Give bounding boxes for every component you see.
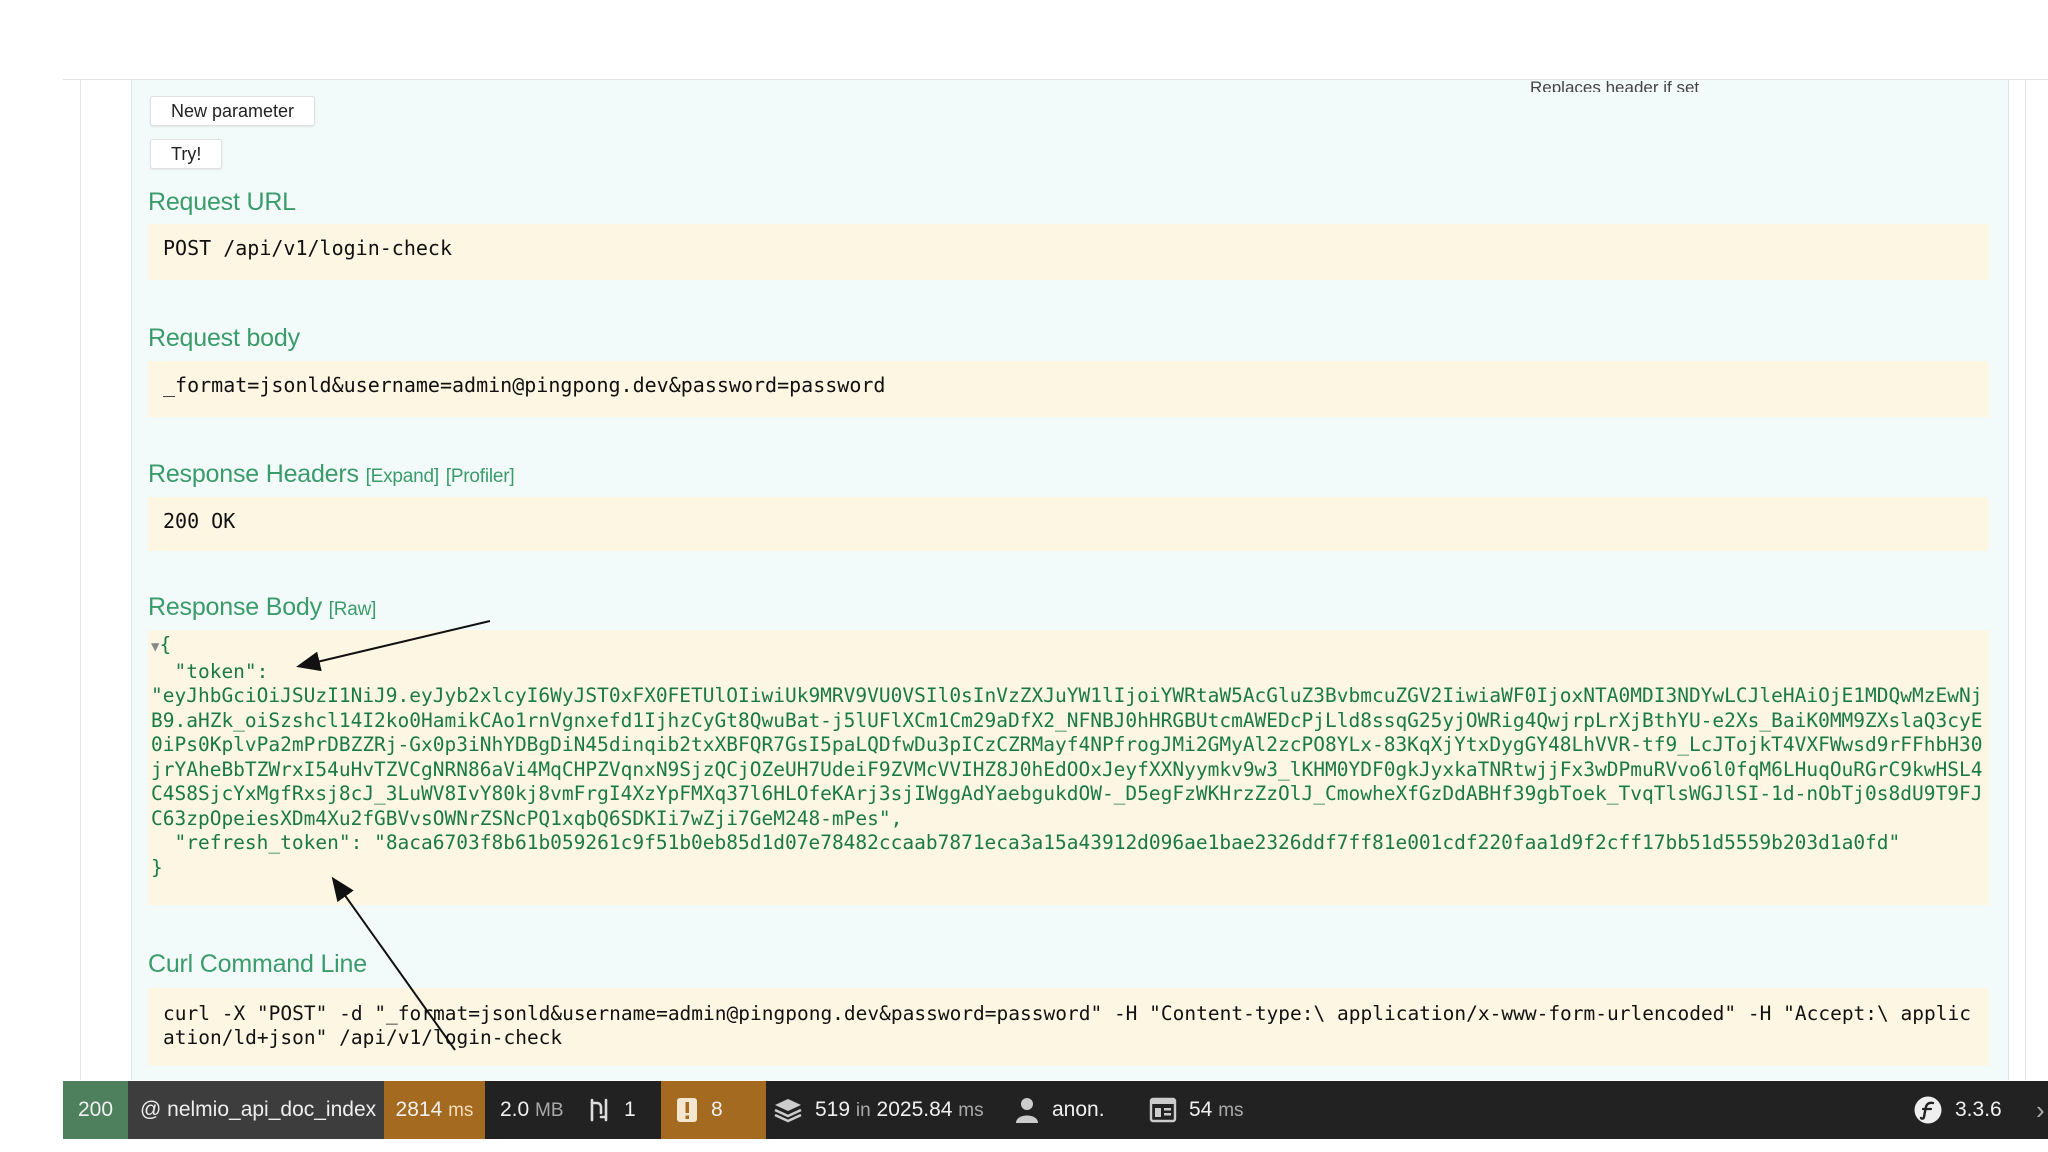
response-body-label: Response Body (148, 593, 322, 621)
json-close-brace: } (151, 855, 163, 879)
response-headers-label: Response Headers (148, 460, 359, 488)
status-code[interactable]: 200 (63, 1081, 128, 1139)
symfony-debug-toolbar: 200 @ nelmio_api_doc_index 2814 ms 2.0 M… (63, 1081, 2048, 1139)
response-body-title: Response Body [Raw] (148, 593, 376, 622)
request-body-value: _format=jsonld&username=admin@pingpong.d… (163, 373, 886, 397)
db-in-label: in (855, 1100, 871, 1121)
user-icon (1016, 1098, 1038, 1124)
memory-unit: MB (535, 1100, 564, 1121)
request-time-value: 2814 (395, 1098, 443, 1121)
alert-icon (677, 1098, 697, 1123)
twig-time-unit: ms (1218, 1100, 1244, 1121)
raw-link[interactable]: [Raw] (329, 599, 377, 620)
curl-title: Curl Command Line (148, 950, 367, 978)
twig-panel[interactable]: 54 ms (1149, 1081, 1244, 1139)
db-time: 2025.84 (876, 1098, 953, 1121)
request-url-box: POST /api/v1/login-check (148, 224, 1988, 280)
request-time-unit: ms (448, 1100, 474, 1121)
forms-count: 1 (624, 1098, 636, 1121)
memory-usage[interactable]: 2.0 MB (500, 1081, 564, 1139)
db-query-count: 519 (815, 1098, 851, 1121)
json-refresh-key: "refresh_token": (174, 831, 363, 854)
request-time[interactable]: 2814 ms (384, 1081, 485, 1139)
db-time-unit: ms (958, 1100, 984, 1121)
header-hint: Replaces header if set (1530, 78, 1700, 92)
expand-link[interactable]: [Expand] (366, 466, 440, 487)
json-token-value: "eyJhbGciOiJSUzI1NiJ9.eyJyb2xlcyI6WyJST0… (151, 684, 1983, 830)
response-body-json: ▼{ "token": "eyJhbGciOiJSUzI1NiJ9.eyJyb2… (148, 630, 1988, 905)
symfony-version-value: 3.3.6 (1955, 1098, 2002, 1121)
database-panel[interactable]: 519 in 2025.84 ms (773, 1081, 984, 1139)
symfony-version[interactable]: 3.3.6 (1913, 1081, 2002, 1139)
request-body-title: Request body (148, 324, 300, 352)
response-headers-box: 200 OK (148, 497, 1988, 551)
user-name: anon. (1052, 1098, 1105, 1121)
memory-value: 2.0 (500, 1098, 530, 1121)
curl-box: curl -X "POST" -d "_format=jsonld&userna… (148, 988, 1988, 1066)
response-headers-title: Response Headers [Expand] [Profiler] (148, 460, 515, 489)
request-url-title: Request URL (148, 188, 296, 216)
toolbar-hide-chevron-icon[interactable]: › (2036, 1081, 2048, 1139)
response-status-value: 200 OK (163, 509, 236, 533)
curl-value: curl -X "POST" -d "_format=jsonld&userna… (163, 1002, 1971, 1049)
layers-icon (774, 1099, 802, 1123)
forms-panel[interactable]: 1 (586, 1081, 636, 1139)
route-name[interactable]: @ nelmio_api_doc_index (128, 1081, 388, 1139)
twig-time: 54 (1189, 1098, 1213, 1121)
json-open-brace: { (159, 633, 172, 656)
security-panel[interactable]: anon. (1014, 1081, 1105, 1139)
left-rail (80, 80, 81, 1080)
json-token-key: "token": (174, 659, 269, 683)
logs-panel[interactable]: 8 (661, 1081, 766, 1139)
json-refresh-value: "8aca6703f8b61b059261c9f51b0eb85d1d07e78… (374, 831, 1901, 854)
request-url-value: POST /api/v1/login-check (163, 236, 452, 260)
right-border (2025, 80, 2026, 1080)
try-button[interactable]: Try! (150, 139, 223, 169)
template-icon (1149, 1098, 1177, 1123)
request-body-box: _format=jsonld&username=admin@pingpong.d… (148, 361, 1988, 417)
logs-count: 8 (711, 1098, 723, 1121)
profiler-link[interactable]: [Profiler] (446, 466, 515, 487)
new-parameter-button[interactable]: New parameter (150, 96, 316, 126)
forms-icon (590, 1099, 608, 1122)
symfony-logo-icon (1914, 1096, 1942, 1124)
